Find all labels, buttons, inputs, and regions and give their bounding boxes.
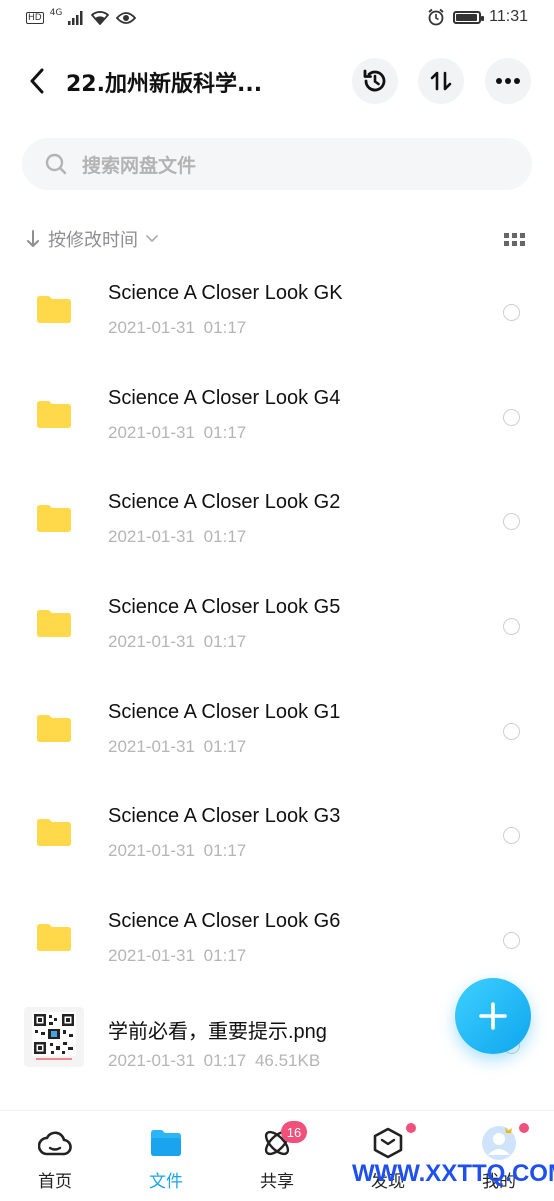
network-label: 4G [49,7,63,18]
me-dot [519,1123,529,1133]
file-name: Science A Closer Look G2 [108,491,341,514]
file-list: Science A Closer Look GK 2021-01-31 01:1… [0,262,554,1100]
select-radio[interactable] [503,513,520,531]
file-name: Science A Closer Look GK [108,282,343,304]
page-title: 22.加州新版科学... [66,72,263,97]
tab-home-label: 首页 [38,1172,72,1192]
list-item[interactable]: Science A Closer Look G4 2021-01-31 01:1… [0,367,554,472]
tab-home[interactable]: 首页 [5,1125,105,1192]
image-thumbnail [24,1006,84,1067]
hd-icon: HD [26,11,44,24]
sort-label: 按修改时间 [48,230,138,251]
more-button[interactable] [485,58,531,104]
file-name: Science A Closer Look G1 [108,700,341,723]
chevron-down-icon [146,235,158,243]
sort-arrows-icon [430,71,452,91]
select-radio[interactable] [503,932,520,950]
file-meta: 2021-01-31 01:17 [108,527,247,547]
file-meta: 2021-01-31 01:17 [108,318,247,337]
list-item[interactable]: Science A Closer Look GK 2021-01-31 01:1… [0,262,554,367]
signal-icon [68,10,83,25]
file-meta: 2021-01-31 01:17 [108,946,247,966]
select-radio[interactable] [503,827,520,845]
sort-bar: 按修改时间 [26,226,526,254]
search-input[interactable]: 搜索网盘文件 [22,138,532,190]
select-radio[interactable] [503,618,520,636]
wifi-icon [91,11,110,25]
plus-icon [479,1002,507,1030]
back-arrow-icon [30,68,44,94]
sort-selector[interactable]: 按修改时间 [26,226,526,252]
back-button[interactable] [22,64,52,98]
folder-icon [148,1125,184,1161]
file-meta: 2021-01-31 01:17 [108,422,247,442]
search-icon [44,152,68,176]
select-radio[interactable] [503,304,520,321]
folder-icon [37,819,71,847]
file-name: Science A Closer Look G5 [108,596,341,619]
watermark-text: WWW.XXTTQ.COM [352,1160,554,1187]
add-button[interactable] [455,978,531,1054]
folder-icon [37,714,71,742]
tab-share-label: 共享 [260,1172,294,1192]
status-bar: HD 4G 11:31 [0,0,554,40]
list-item[interactable]: Science A Closer Look G2 2021-01-31 01:1… [0,471,554,576]
grid-view-icon[interactable] [504,231,526,249]
alarm-icon [428,8,444,26]
sort-button[interactable] [418,58,464,104]
battery-icon [453,10,485,24]
history-icon [363,69,386,92]
status-left: HD 4G [26,7,137,25]
select-radio[interactable] [503,408,520,426]
folder-icon [37,505,71,533]
select-radio[interactable] [503,722,520,740]
tab-share[interactable]: 16 共享 [227,1121,327,1192]
list-item[interactable]: Science A Closer Look G5 2021-01-31 01:1… [0,576,554,681]
file-meta: 2021-01-31 01:17 [108,632,247,652]
list-item[interactable]: Science A Closer Look G6 2021-01-31 01:1… [0,890,554,995]
file-name: Science A Closer Look G6 [108,910,341,933]
cloud-home-icon [37,1125,73,1161]
status-right: 11:31 [427,8,528,26]
file-name: Science A Closer Look G4 [108,386,341,409]
tab-files[interactable]: 文件 [116,1125,216,1192]
share-badge: 16 [281,1121,307,1143]
folder-icon [37,400,71,428]
header: 22.加州新版科学... [0,50,554,114]
history-button[interactable] [352,58,398,104]
share-atom-icon: 16 [259,1121,307,1161]
file-name: 学前必看，重要提示.png [108,1020,327,1043]
list-item[interactable]: Science A Closer Look G3 2021-01-31 01:1… [0,785,554,890]
folder-icon [37,610,71,638]
discover-box-icon [370,1123,416,1161]
list-item[interactable]: Science A Closer Look G1 2021-01-31 01:1… [0,681,554,786]
avatar-icon [481,1123,529,1161]
eye-icon [116,11,137,24]
tab-files-label: 文件 [149,1172,183,1192]
discover-dot [406,1123,416,1133]
file-name: Science A Closer Look G3 [108,805,341,828]
search-placeholder: 搜索网盘文件 [82,154,197,177]
file-meta: 2021-01-31 01:17 [108,841,247,861]
arrow-down-icon [27,230,39,247]
more-dots-icon [496,78,520,84]
file-meta: 2021-01-31 01:17 46.51KB [108,1050,321,1070]
folder-icon [37,924,71,952]
status-time: 11:31 [489,8,528,25]
folder-icon [37,296,71,323]
qr-code-icon [32,1011,76,1060]
file-meta: 2021-01-31 01:17 [108,736,247,756]
